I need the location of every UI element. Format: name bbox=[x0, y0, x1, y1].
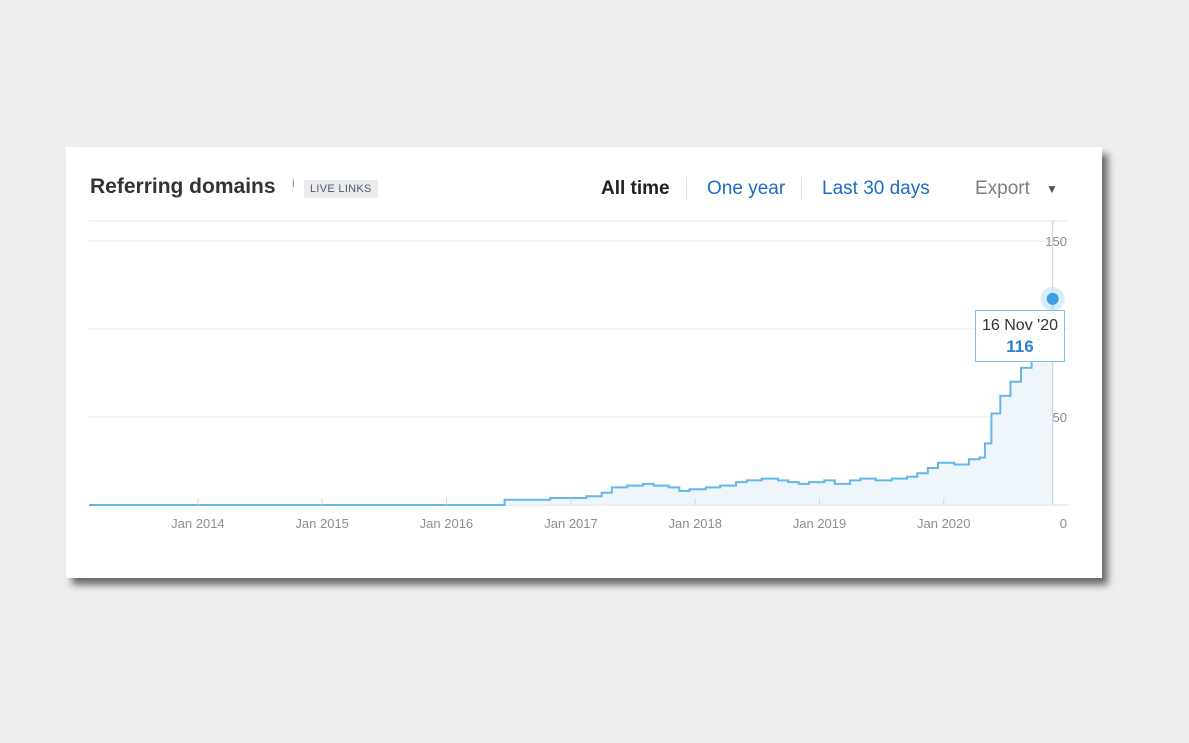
y-tick-label: 150 bbox=[1045, 234, 1067, 249]
gridlines bbox=[89, 240, 1068, 506]
tooltip-date: 16 Nov '20 bbox=[982, 317, 1058, 334]
x-tick-label: Jan 2017 bbox=[544, 516, 598, 531]
referring-domains-chart: Jan 2014 Jan 2015 Jan 2016 Jan 2017 Jan 2018… bbox=[89, 220, 1068, 531]
x-tick-label: Jan 2019 bbox=[793, 516, 847, 531]
x-tick-label: Jan 2018 bbox=[669, 516, 723, 531]
x-tick-label: Jan 2015 bbox=[295, 516, 349, 531]
tooltip-value: 116 bbox=[1006, 337, 1034, 356]
series-area bbox=[89, 300, 1053, 505]
x-tick-label: Jan 2020 bbox=[917, 516, 971, 531]
y-tick-label: 50 bbox=[1053, 410, 1067, 425]
series-line bbox=[89, 300, 1054, 506]
referring-domains-widget: Referring domains i LIVE LINKS All time … bbox=[66, 147, 1102, 578]
highlight-point[interactable] bbox=[1046, 292, 1059, 305]
x-tick-label: Jan 2016 bbox=[420, 516, 474, 531]
chart-tooltip: 16 Nov '20 116 bbox=[975, 310, 1065, 362]
y-tick-label: 0 bbox=[1060, 516, 1067, 531]
x-tick-label: Jan 2014 bbox=[171, 516, 225, 531]
